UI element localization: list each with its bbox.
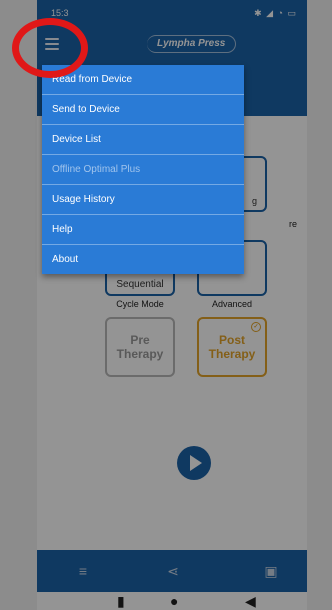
menu-item-usage-history[interactable]: Usage History xyxy=(42,185,244,215)
menu-item-device-list[interactable]: Device List xyxy=(42,125,244,155)
highlight-circle xyxy=(12,18,88,78)
menu-item-about[interactable]: About xyxy=(42,245,244,274)
menu-item-send-to-device[interactable]: Send to Device xyxy=(42,95,244,125)
overflow-menu: Read from Device Send to Device Device L… xyxy=(42,65,244,274)
menu-item-help[interactable]: Help xyxy=(42,215,244,245)
menu-item-offline-optimal-plus: Offline Optimal Plus xyxy=(42,155,244,185)
